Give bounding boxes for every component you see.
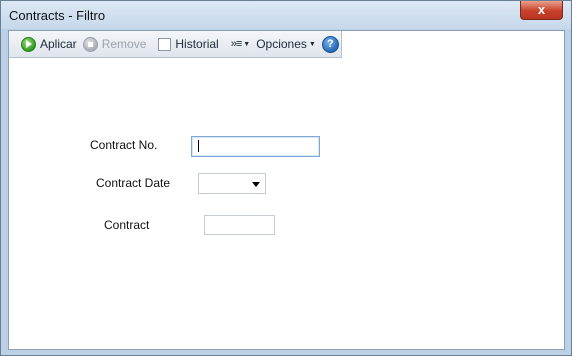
contract-label: Contract: [104, 218, 150, 232]
apply-label: Aplicar: [40, 37, 77, 51]
contract-input[interactable]: [204, 215, 275, 235]
chevron-down-icon: ▼: [243, 40, 251, 48]
close-button[interactable]: x: [520, 1, 563, 20]
history-label: Historial: [175, 37, 219, 51]
filter-window: Contracts - Filtro x Aplicar Remove Hist…: [0, 0, 572, 356]
more-actions-icon: »≡: [230, 38, 243, 50]
help-button[interactable]: ?: [319, 33, 342, 55]
options-menu-button[interactable]: Opciones ▼: [253, 33, 319, 55]
history-toggle[interactable]: Historial: [155, 33, 221, 55]
contract-date-select[interactable]: [198, 173, 266, 194]
filter-toolbar: Aplicar Remove Historial »≡ ▼ Opciones ▼: [9, 31, 342, 58]
apply-icon: [21, 36, 36, 52]
help-icon: ?: [321, 35, 339, 53]
remove-button[interactable]: Remove: [80, 33, 150, 55]
contract-no-input[interactable]: [191, 136, 320, 157]
chevron-down-icon: ▼: [308, 40, 316, 48]
contract-date-label: Contract Date: [96, 176, 171, 190]
history-checkbox-icon[interactable]: [158, 37, 172, 51]
options-label: Opciones: [256, 37, 307, 51]
filter-panel: Aplicar Remove Historial »≡ ▼ Opciones ▼: [8, 30, 565, 350]
title-bar[interactable]: Contracts - Filtro x: [1, 1, 571, 29]
dropdown-arrow-icon[interactable]: [252, 182, 260, 187]
remove-label: Remove: [101, 37, 147, 51]
contract-no-label: Contract No.: [90, 138, 158, 152]
window-title: Contracts - Filtro: [9, 8, 106, 23]
text-cursor: [198, 140, 199, 152]
apply-button[interactable]: Aplicar: [18, 33, 80, 55]
more-actions-button[interactable]: »≡ ▼: [228, 33, 253, 55]
remove-icon: [82, 36, 98, 52]
